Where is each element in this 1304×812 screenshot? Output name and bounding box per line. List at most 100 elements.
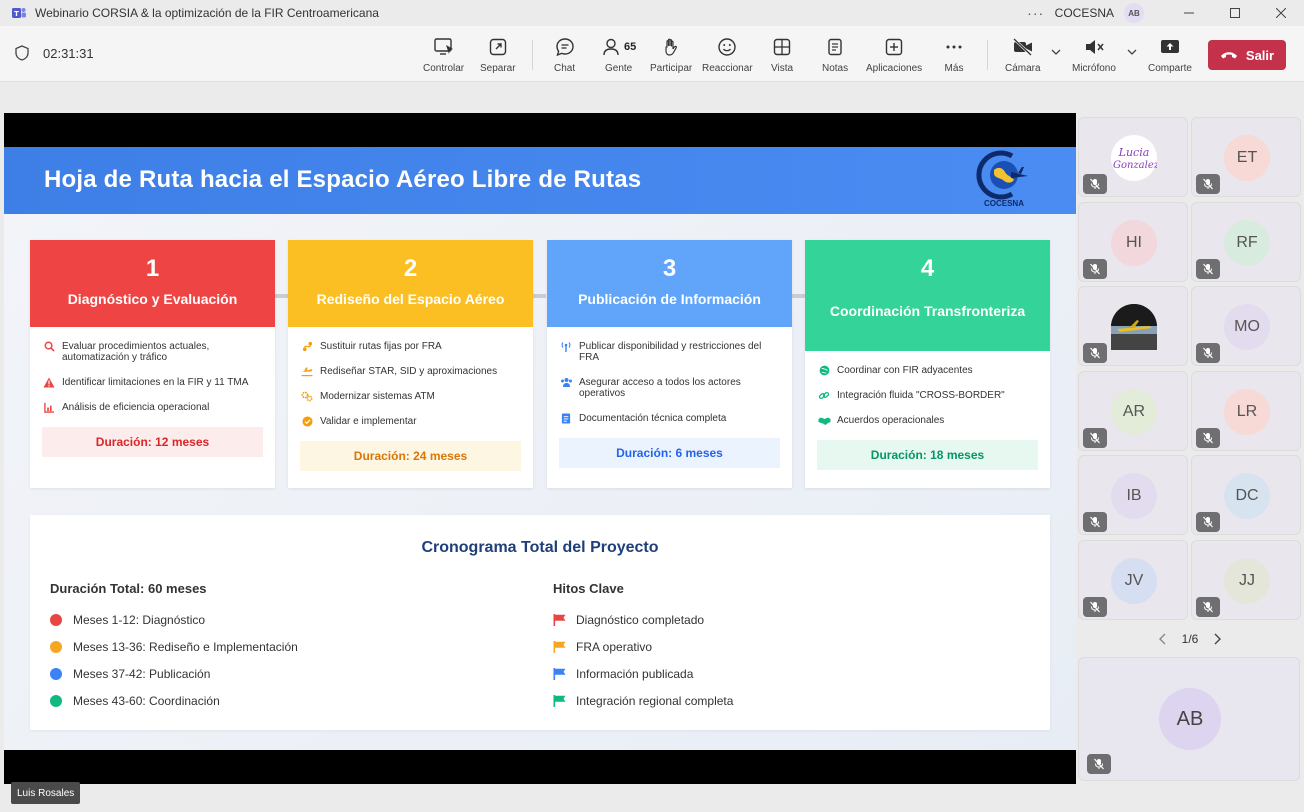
participant-tile[interactable]: ET	[1191, 117, 1301, 197]
presentation-slide: Hoja de Ruta hacia el Espacio Aéreo Libr…	[4, 147, 1076, 750]
self-video-tile[interactable]: AB	[1078, 657, 1300, 781]
mic-muted-icon	[1087, 754, 1111, 774]
flag-icon	[553, 614, 566, 626]
phase-connector	[792, 294, 805, 298]
phase-name: Rediseño del Espacio Aéreo	[316, 291, 505, 307]
milestones-title: Hitos Clave	[553, 581, 624, 596]
participant-tile[interactable]: MO	[1191, 286, 1301, 366]
smile-icon	[718, 38, 736, 56]
mic-muted-icon	[1196, 596, 1220, 617]
more-options-icon[interactable]: ···	[1025, 5, 1047, 21]
gallery-pager: 1/6	[1158, 632, 1222, 646]
phase-connector	[275, 294, 288, 298]
globe-logo-icon	[976, 150, 1028, 200]
camera-button[interactable]: Cámara	[1005, 36, 1041, 76]
org-avatar[interactable]: AB	[1124, 3, 1144, 23]
list-item: Acuerdos operacionales	[817, 415, 1038, 426]
mic-muted-icon	[1083, 343, 1107, 363]
participant-tile[interactable]: RF	[1191, 201, 1301, 282]
close-icon	[1276, 8, 1286, 18]
link-icon	[817, 390, 831, 401]
avatar	[1111, 304, 1157, 350]
view-button[interactable]: Vista	[771, 36, 793, 76]
chevron-right-icon[interactable]	[1212, 633, 1222, 645]
leave-button[interactable]: Salir	[1208, 40, 1286, 70]
avatar: IB	[1111, 473, 1157, 519]
cocesna-logo: COCESNA	[976, 150, 1032, 210]
share-button[interactable]: Comparte	[1148, 36, 1192, 76]
minimize-button[interactable]	[1166, 0, 1212, 26]
phase-duration: Duración: 24 meses	[300, 441, 521, 471]
route-icon	[300, 341, 314, 352]
mic-muted-icon	[1196, 258, 1220, 279]
org-name[interactable]: COCESNA	[1055, 6, 1114, 20]
phase-header: 1 Diagnóstico y Evaluación	[30, 240, 275, 327]
notes-icon	[828, 38, 842, 56]
mic-muted-icon	[1196, 343, 1220, 363]
broadcast-icon	[559, 341, 573, 352]
mic-muted-icon	[1196, 174, 1220, 194]
avatar: DC	[1224, 473, 1270, 519]
participant-tile[interactable]: AR	[1078, 370, 1188, 451]
notes-button[interactable]: Notas	[822, 36, 848, 76]
participant-tile[interactable]: LR	[1191, 370, 1301, 451]
mic-muted-icon	[1196, 427, 1220, 448]
microphone-button[interactable]: Micrófono	[1072, 36, 1116, 76]
maximize-button[interactable]	[1212, 0, 1258, 26]
svg-text:T: T	[14, 10, 19, 18]
phase-duration: Duración: 12 meses	[42, 427, 263, 457]
milestone-row: FRA operativo	[553, 640, 652, 654]
phase-duration: Duración: 18 meses	[817, 440, 1038, 470]
period-dot	[50, 695, 62, 707]
control-button[interactable]: Controlar	[423, 36, 464, 76]
maximize-icon	[1230, 8, 1240, 18]
avatar: LR	[1224, 388, 1270, 435]
slide-header: Hoja de Ruta hacia el Espacio Aéreo Libr…	[4, 147, 1076, 214]
pop-out-button[interactable]: Separar	[480, 36, 516, 76]
mic-options-chevron-down-icon[interactable]	[1127, 48, 1137, 56]
people-button[interactable]: 65 Gente	[601, 36, 636, 76]
profile-logo-icon: LuciaGonzalez	[1113, 146, 1157, 171]
avatar: HI	[1111, 219, 1157, 266]
avatar: ET	[1224, 135, 1270, 181]
participant-tile[interactable]: Lucia Gonzalez	[1078, 117, 1188, 197]
phase-card-1: 1 Diagnóstico y Evaluación Evaluar proce…	[30, 240, 275, 488]
camera-off-icon	[1012, 38, 1032, 56]
slide-title: Hoja de Ruta hacia el Espacio Aéreo Libr…	[44, 166, 642, 193]
phase-number: 2	[403, 255, 418, 282]
list-item: Coordinar con FIR adyacentes	[817, 365, 1038, 376]
teams-icon: T	[12, 8, 26, 18]
apps-button[interactable]: Aplicaciones	[866, 36, 922, 76]
list-item: Integración fluida "CROSS-BORDER"	[817, 390, 1038, 401]
mic-muted-icon	[1083, 258, 1107, 279]
chevron-left-icon[interactable]	[1158, 633, 1168, 645]
participant-tile[interactable]: DC	[1191, 455, 1301, 535]
phase-items: Publicar disponibilidad y restricciones …	[547, 327, 792, 424]
summary-title: Cronograma Total del Proyecto	[421, 539, 659, 556]
check-circle-icon	[300, 416, 314, 427]
phase-name: Diagnóstico y Evaluación	[67, 291, 238, 307]
chat-button[interactable]: Chat	[554, 36, 575, 76]
avatar: Lucia Gonzalez	[1111, 135, 1157, 181]
gears-icon	[300, 391, 314, 402]
participant-tile[interactable]: HI	[1078, 201, 1188, 282]
total-duration-title: Duración Total: 60 meses	[50, 581, 207, 596]
react-button[interactable]: Reaccionar	[702, 36, 753, 76]
participant-tile[interactable]: JJ	[1191, 539, 1301, 620]
hang-up-icon	[1220, 52, 1237, 59]
raise-hand-button[interactable]: Participar	[650, 36, 692, 76]
avatar: RF	[1224, 219, 1270, 266]
participant-tile[interactable]	[1078, 286, 1188, 366]
project-timeline-summary: Cronograma Total del Proyecto Duración T…	[30, 515, 1050, 730]
plane-icon	[300, 366, 314, 377]
document-icon	[559, 413, 573, 424]
more-button[interactable]: Más	[944, 36, 964, 76]
search-icon	[42, 341, 56, 352]
phase-duration: Duración: 6 meses	[559, 438, 780, 468]
participant-tile[interactable]: JV	[1078, 539, 1188, 620]
camera-options-chevron-down-icon[interactable]	[1051, 48, 1061, 56]
avatar: JJ	[1224, 557, 1270, 604]
participant-tile[interactable]: IB	[1078, 455, 1188, 535]
add-app-icon	[885, 38, 903, 56]
close-button[interactable]	[1258, 0, 1304, 26]
